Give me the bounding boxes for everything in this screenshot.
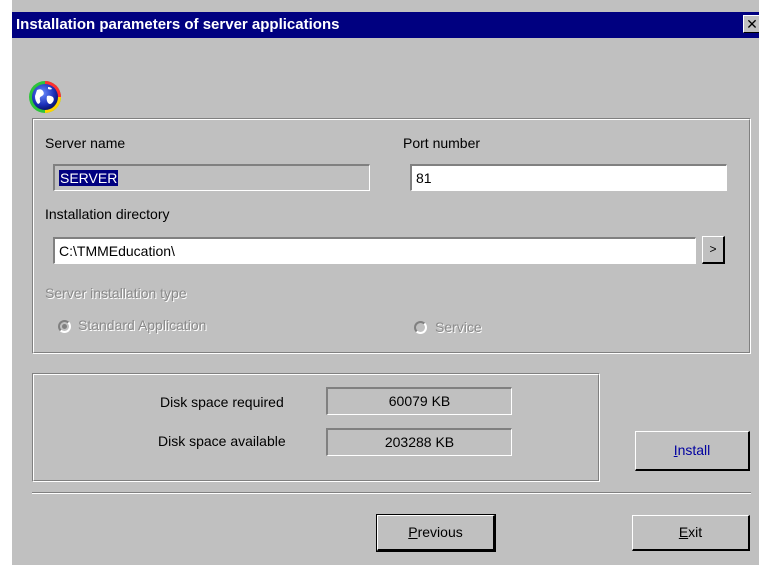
globe-icon	[27, 78, 63, 114]
dialog-title: Installation parameters of server applic…	[16, 16, 340, 33]
previous-button[interactable]: Previous	[376, 514, 496, 552]
service-label: Service	[435, 319, 482, 335]
server-name-field[interactable]: SERVER	[53, 164, 370, 191]
previous-button-mnemonic: P	[408, 524, 418, 540]
disk-space-required-field: 60079 KB	[326, 387, 512, 415]
exit-button-label: xit	[688, 524, 703, 540]
standard-application-radio[interactable]	[58, 320, 71, 333]
previous-button-label: revious	[417, 524, 463, 540]
disk-space-required-value: 60079 KB	[388, 393, 451, 409]
disk-space-available-field: 203288 KB	[326, 428, 512, 456]
server-name-label: Server name	[45, 135, 126, 151]
disk-space-available-label: Disk space available	[158, 433, 286, 449]
title-bar[interactable]: Installation parameters of server applic…	[12, 12, 759, 38]
install-dialog: Installation parameters of server applic…	[12, 0, 759, 565]
port-number-value: 81	[416, 170, 432, 186]
disk-space-group	[32, 373, 600, 482]
server-installation-type-label: Server installation type	[45, 285, 187, 301]
separator	[32, 492, 751, 494]
close-icon[interactable]: ✕	[743, 15, 759, 33]
exit-button[interactable]: Exit	[632, 515, 750, 551]
exit-button-mnemonic: E	[678, 524, 689, 540]
server-name-value: SERVER	[59, 170, 119, 186]
installation-directory-label: Installation directory	[45, 206, 170, 222]
disk-space-required-label: Disk space required	[160, 394, 284, 410]
installation-directory-field[interactable]: C:\TMMEducation\	[53, 237, 696, 264]
port-number-field[interactable]: 81	[410, 164, 727, 191]
port-number-label: Port number	[403, 135, 481, 151]
browse-button[interactable]: >	[702, 236, 725, 264]
disk-space-available-value: 203288 KB	[384, 434, 455, 450]
service-radio[interactable]	[414, 321, 427, 334]
installation-directory-value: C:\TMMEducation\	[59, 243, 175, 259]
browse-button-label: >	[709, 242, 717, 256]
radio-selected-dot	[62, 324, 67, 329]
install-button[interactable]: Install	[635, 431, 750, 471]
standard-application-label: Standard Application	[78, 317, 207, 333]
install-button-label: nstall	[677, 442, 711, 458]
